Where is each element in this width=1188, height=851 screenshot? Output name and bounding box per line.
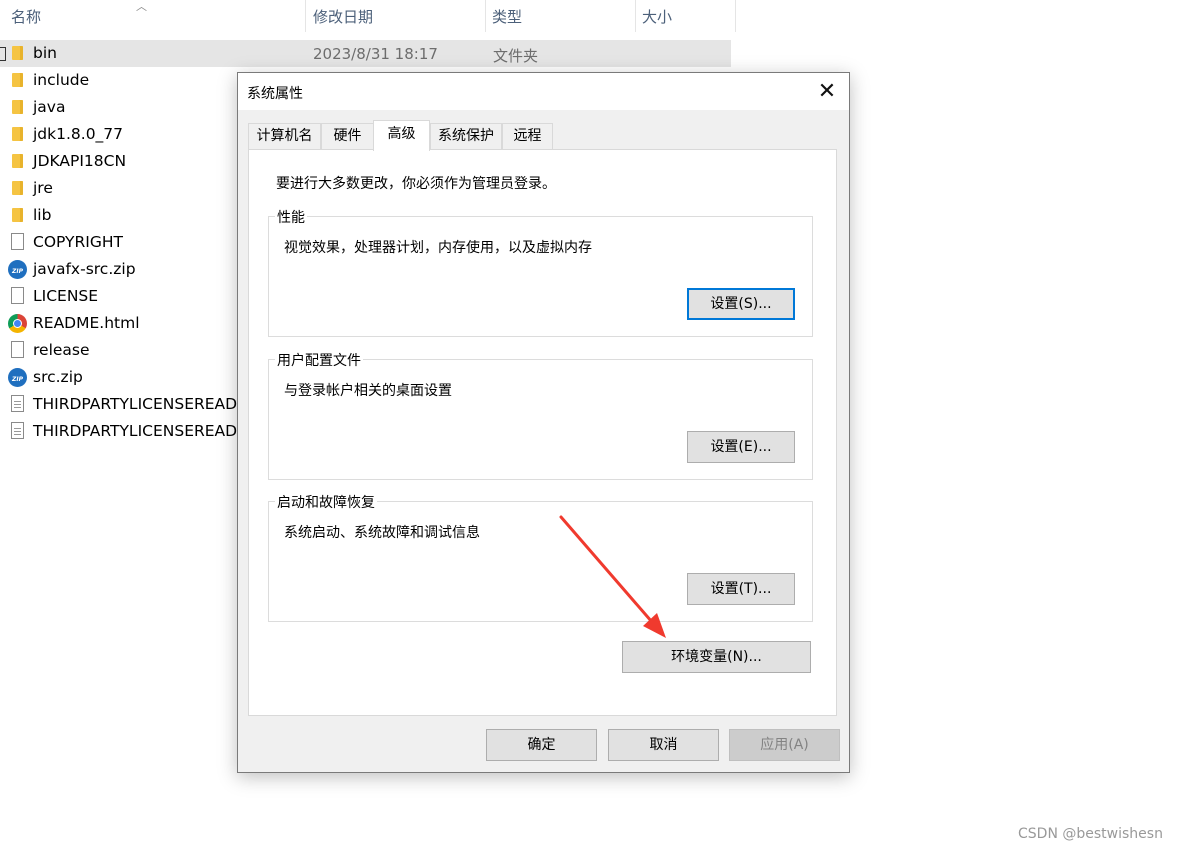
file-name: COPYRIGHT	[33, 233, 123, 251]
file-name: src.zip	[33, 368, 83, 386]
tab-advanced[interactable]: 高级	[373, 120, 430, 151]
file-name: jdk1.8.0_77	[33, 125, 124, 143]
file-date: 2023/8/31 18:17	[313, 45, 438, 63]
checkbox-icon[interactable]	[0, 47, 6, 61]
folder-icon	[12, 154, 23, 168]
text-file-icon	[11, 422, 24, 439]
startup-recovery-group-desc: 系统启动、系统故障和调试信息	[284, 525, 480, 541]
dialog-title: 系统属性	[247, 86, 303, 102]
file-name: release	[33, 341, 90, 359]
apply-button[interactable]: 应用(A)	[729, 729, 840, 761]
file-name: java	[33, 98, 66, 116]
file-icon	[11, 287, 24, 304]
close-icon[interactable]: ✕	[805, 73, 849, 110]
file-type: 文件夹	[493, 47, 539, 65]
performance-group-desc: 视觉效果，处理器计划，内存使用，以及虚拟内存	[284, 240, 592, 256]
file-name: jre	[33, 179, 53, 197]
user-profiles-settings-button[interactable]: 设置(E)...	[687, 431, 795, 463]
tab-computer-name[interactable]: 计算机名	[248, 123, 321, 149]
column-size-header[interactable]: 大小	[636, 0, 735, 32]
file-name: THIRDPARTYLICENSEREADM	[33, 422, 251, 440]
file-name: README.html	[33, 314, 140, 332]
ok-button[interactable]: 确定	[486, 729, 597, 761]
column-type-label: 类型	[492, 8, 523, 26]
folder-icon	[12, 181, 23, 195]
startup-recovery-group: 启动和故障恢复 系统启动、系统故障和调试信息 设置(T)...	[268, 492, 813, 622]
file-name: javafx-src.zip	[33, 260, 136, 278]
user-profiles-group-title: 用户配置文件	[275, 350, 363, 370]
text-file-icon	[11, 395, 24, 412]
startup-recovery-settings-button[interactable]: 设置(T)...	[687, 573, 795, 605]
tab-remote[interactable]: 远程	[502, 123, 553, 149]
advanced-tab-panel: 要进行大多数更改，你必须作为管理员登录。 性能 视觉效果，处理器计划，内存使用，…	[248, 149, 837, 716]
file-name: bin	[33, 44, 57, 62]
column-name-header[interactable]: 名称 ︿	[0, 0, 305, 32]
file-icon	[11, 233, 24, 250]
admin-note: 要进行大多数更改，你必须作为管理员登录。	[276, 176, 556, 192]
watermark: CSDN @bestwishesn	[1018, 826, 1163, 842]
column-date-header[interactable]: 修改日期	[306, 0, 485, 32]
column-date-label: 修改日期	[313, 8, 374, 26]
file-name: JDKAPI18CN	[33, 152, 127, 170]
user-profiles-group: 用户配置文件 与登录帐户相关的桌面设置 设置(E)...	[268, 350, 813, 480]
folder-icon	[12, 208, 23, 222]
zip-icon: ZIP	[8, 368, 27, 387]
performance-group-title: 性能	[275, 207, 307, 227]
tab-hardware[interactable]: 硬件	[321, 123, 374, 149]
tab-system-protection[interactable]: 系统保护	[430, 123, 502, 149]
user-profiles-group-desc: 与登录帐户相关的桌面设置	[284, 383, 452, 399]
dialog-titlebar[interactable]: 系统属性 ✕	[238, 73, 849, 110]
chrome-icon	[8, 314, 27, 333]
file-name: LICENSE	[33, 287, 99, 305]
column-type-header[interactable]: 类型	[486, 0, 635, 32]
file-name: include	[33, 71, 90, 89]
folder-icon	[12, 127, 23, 141]
startup-recovery-group-title: 启动和故障恢复	[275, 492, 377, 512]
file-name: THIRDPARTYLICENSEREADM	[33, 395, 251, 413]
performance-settings-button[interactable]: 设置(S)...	[687, 288, 795, 320]
file-icon	[11, 341, 24, 358]
column-size-label: 大小	[642, 8, 673, 26]
performance-group: 性能 视觉效果，处理器计划，内存使用，以及虚拟内存 设置(S)...	[268, 207, 813, 337]
sort-up-icon: ︿	[136, 0, 147, 13]
folder-icon	[12, 100, 23, 114]
environment-variables-button[interactable]: 环境变量(N)...	[622, 641, 811, 673]
zip-icon: ZIP	[8, 260, 27, 279]
cancel-button[interactable]: 取消	[608, 729, 719, 761]
file-name: lib	[33, 206, 52, 224]
file-row[interactable]: bin 2023/8/31 18:17 文件夹	[0, 40, 731, 67]
column-name-label: 名称	[11, 8, 42, 26]
system-properties-dialog: 系统属性 ✕ 计算机名 硬件 高级 系统保护 远程 要进行大多数更改，你必须作为…	[237, 72, 850, 773]
folder-icon	[12, 73, 23, 87]
column-divider[interactable]	[735, 0, 736, 32]
folder-icon	[12, 46, 23, 60]
